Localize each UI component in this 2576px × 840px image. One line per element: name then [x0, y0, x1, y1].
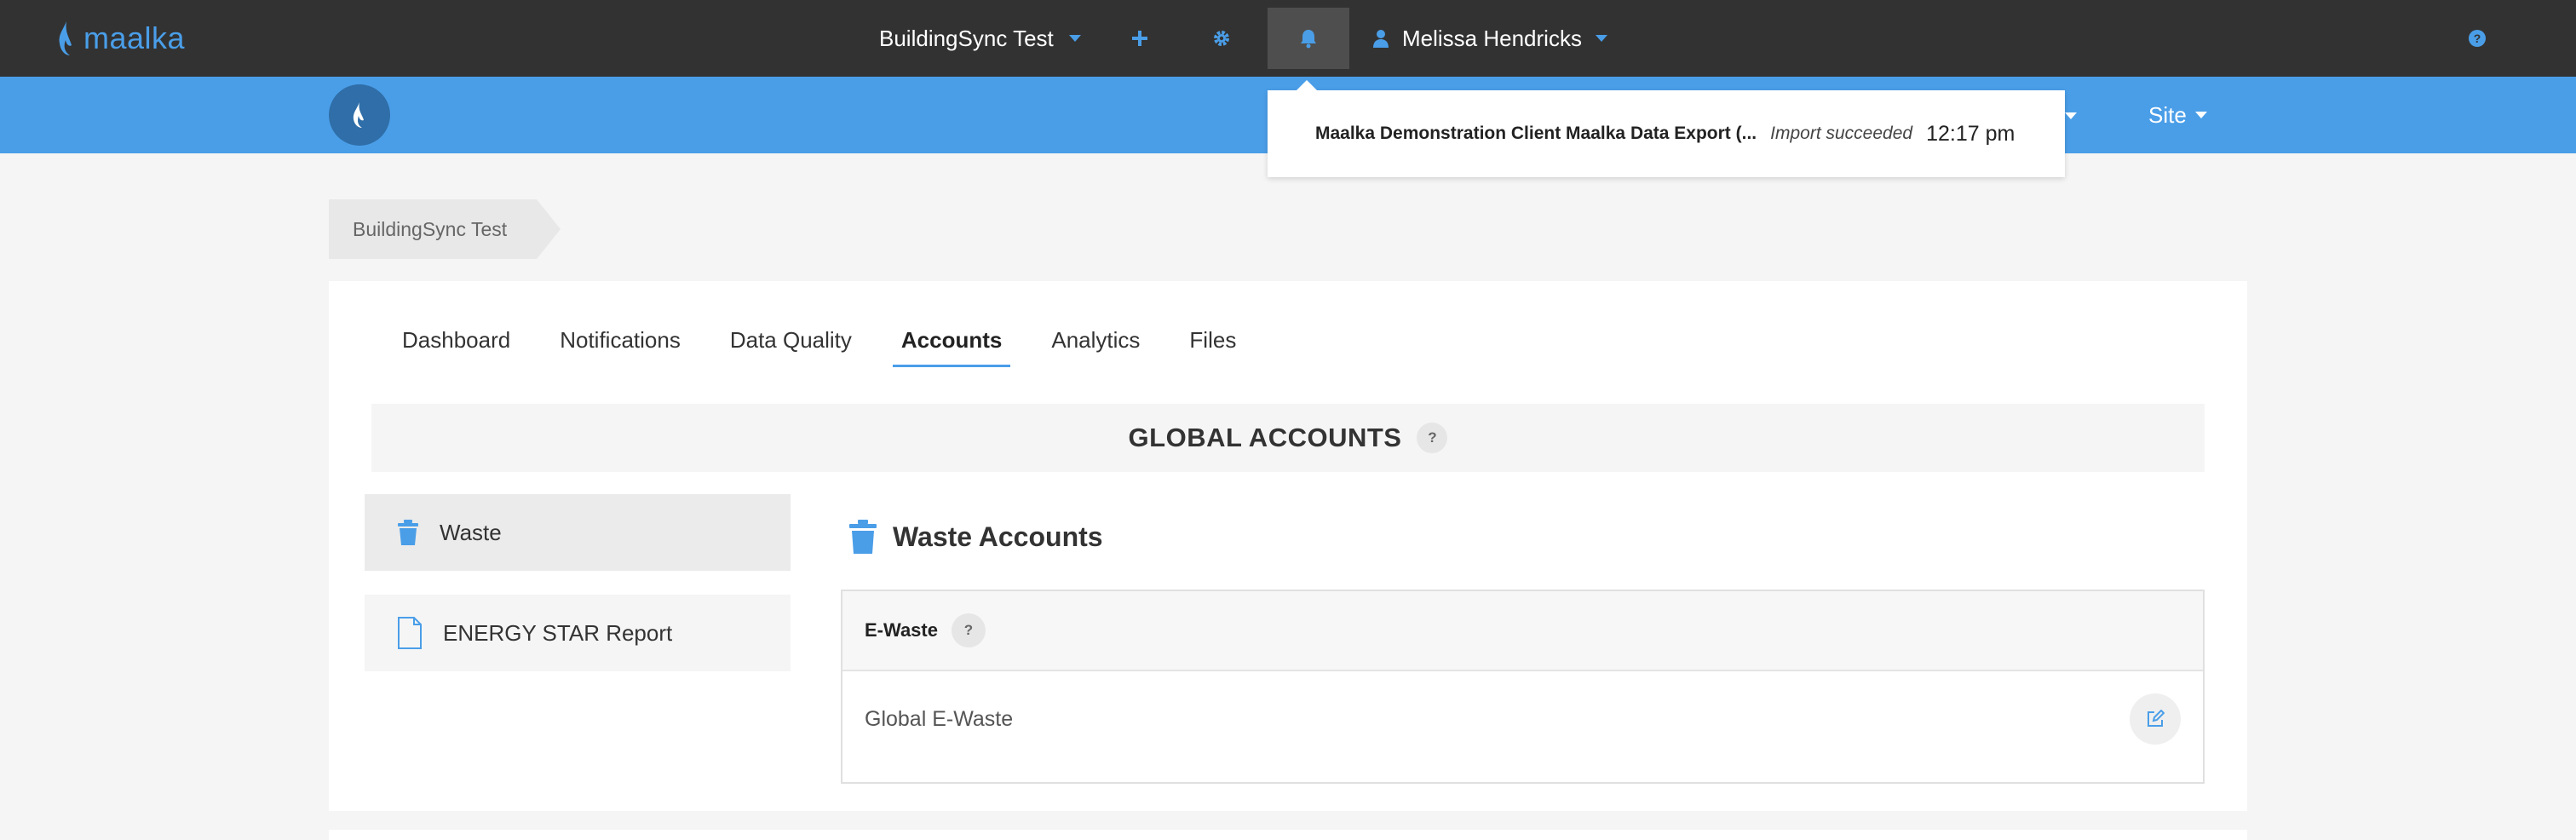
global-accounts-header: GLOBAL ACCOUNTS ?	[371, 404, 2205, 472]
section-title: Waste Accounts	[893, 521, 1103, 552]
tab-notifications[interactable]: Notifications	[560, 312, 681, 367]
notification-status: Import succeeded	[1770, 124, 1913, 143]
notification-dropdown: Maalka Demonstration Client Maalka Data …	[1268, 80, 2065, 177]
logo-text: maalka	[83, 20, 186, 55]
flame-logo-icon	[59, 21, 72, 55]
flame-icon	[353, 102, 364, 128]
trash-icon	[849, 520, 877, 554]
main-card: Dashboard Notifications Data Quality Acc…	[329, 281, 2247, 811]
site-menu[interactable]: Site	[2148, 77, 2207, 153]
tab-accounts[interactable]: Accounts	[892, 312, 1011, 367]
chevron-down-icon	[2194, 112, 2207, 118]
add-button[interactable]	[1124, 0, 1155, 77]
sidebar-item-label: Waste	[440, 519, 502, 545]
tab-bar: Dashboard Notifications Data Quality Acc…	[402, 312, 1285, 367]
chevron-down-icon[interactable]	[2065, 112, 2077, 119]
question-circle-icon: ?	[2469, 30, 2486, 47]
user-menu[interactable]: Melissa Hendricks	[1373, 0, 1607, 77]
user-name: Melissa Hendricks	[1402, 25, 1582, 51]
help-badge[interactable]: ?	[951, 613, 986, 647]
next-card	[329, 830, 2247, 840]
svg-text:?: ?	[2474, 32, 2481, 45]
site-menu-label: Site	[2148, 101, 2187, 128]
help-badge[interactable]: ?	[1417, 423, 1448, 453]
user-icon	[1373, 30, 1389, 48]
file-icon	[398, 617, 422, 649]
section-header: Waste Accounts	[848, 520, 1103, 554]
account-name: Global E-Waste	[865, 706, 1014, 731]
notification-title[interactable]: Maalka Demonstration Client Maalka Data …	[1315, 124, 1757, 144]
project-name: BuildingSync Test	[879, 25, 1054, 51]
gear-icon	[1214, 31, 1229, 46]
table-row: Global E-Waste	[842, 671, 2203, 767]
breadcrumb-label: BuildingSync Test	[353, 217, 508, 240]
home-logo-button[interactable]	[329, 84, 390, 146]
table-header: E-Waste ?	[842, 591, 2203, 671]
tab-files[interactable]: Files	[1189, 312, 1236, 367]
breadcrumb[interactable]: BuildingSync Test	[329, 199, 561, 259]
project-selector[interactable]: BuildingSync Test	[879, 0, 1081, 77]
tab-dashboard[interactable]: Dashboard	[402, 312, 510, 367]
table-header-label: E-Waste	[865, 619, 938, 641]
bell-icon	[1301, 30, 1316, 49]
sidebar-item-waste[interactable]: Waste	[365, 494, 791, 571]
global-accounts-title: GLOBAL ACCOUNTS	[1128, 423, 1402, 452]
settings-button[interactable]	[1206, 0, 1237, 77]
chevron-down-icon	[1595, 35, 1607, 42]
sidebar-item-energy-star-report[interactable]: ENERGY STAR Report	[365, 595, 791, 671]
trash-icon	[398, 520, 418, 545]
accounts-table: E-Waste ? Global E-Waste	[841, 590, 2205, 784]
notification-time: 12:17 pm	[1926, 121, 2015, 146]
chevron-down-icon	[1068, 35, 1081, 42]
tab-analytics[interactable]: Analytics	[1051, 312, 1140, 367]
plus-icon	[1132, 31, 1147, 46]
tab-data-quality[interactable]: Data Quality	[730, 312, 852, 367]
help-button[interactable]: ?	[2462, 0, 2493, 77]
edit-button[interactable]	[2130, 693, 2181, 745]
sidebar-item-label: ENERGY STAR Report	[443, 619, 673, 646]
edit-icon	[2148, 710, 2165, 727]
notifications-button[interactable]	[1268, 8, 1349, 69]
top-navbar: maalka BuildingSync Test Melissa Hendric…	[0, 0, 2576, 77]
maalka-logo[interactable]: maalka	[55, 15, 185, 61]
